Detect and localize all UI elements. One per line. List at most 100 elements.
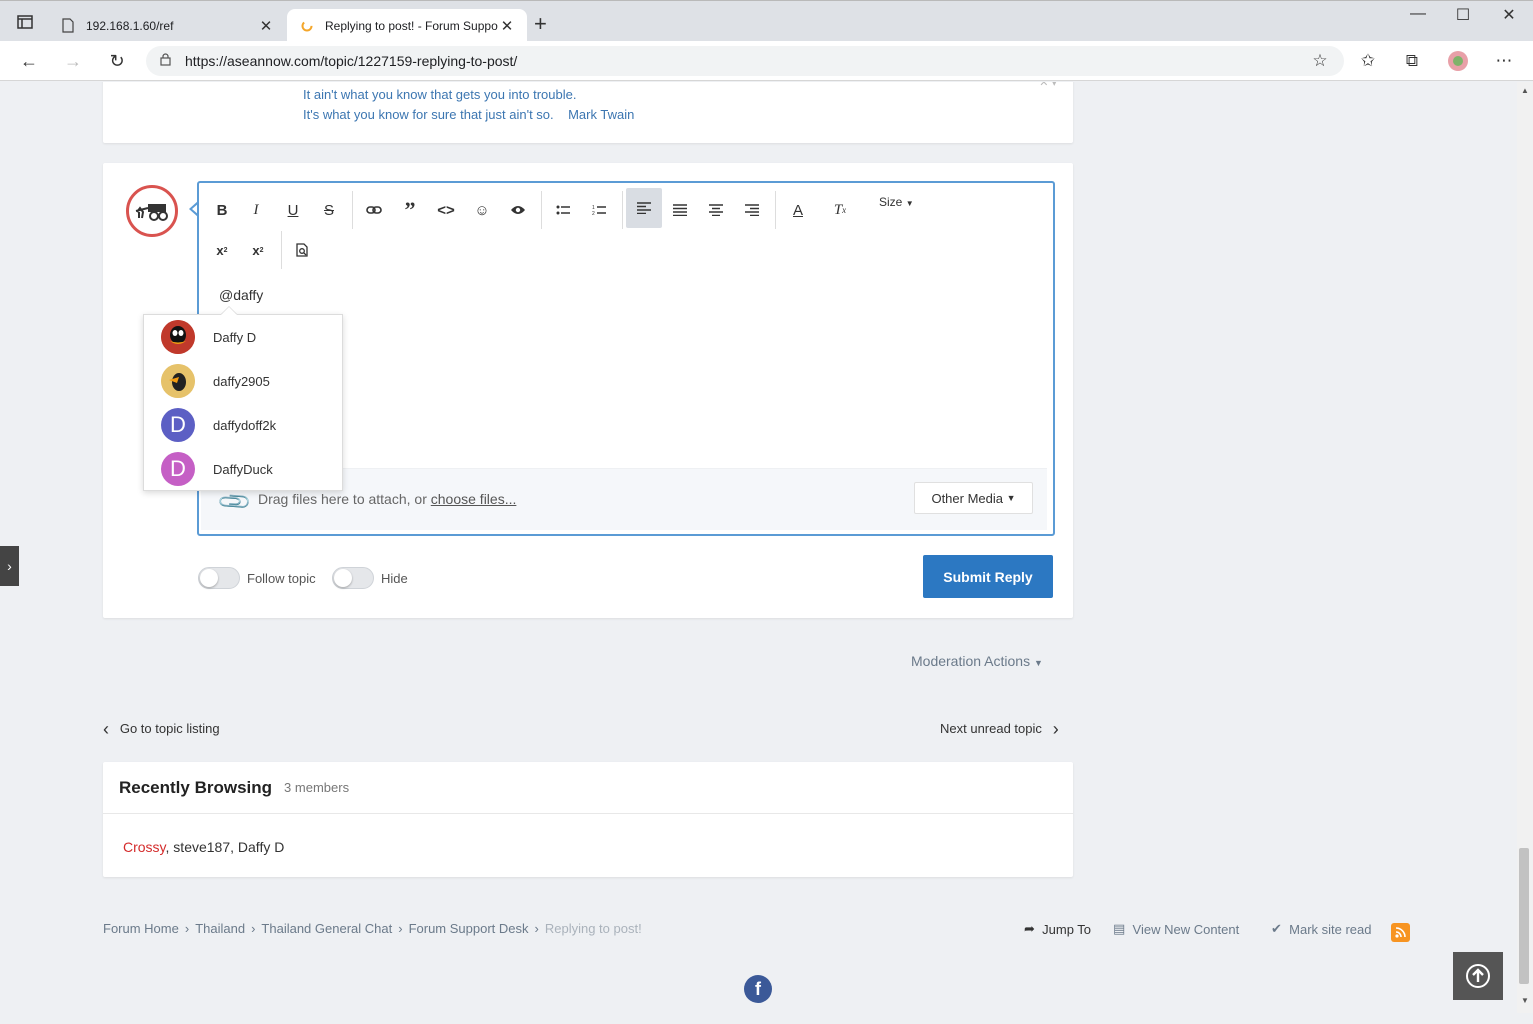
maximize-icon[interactable]: ☐ [1440,5,1486,25]
mention-item[interactable]: D daffydoff2k [144,403,342,447]
mention-item[interactable]: Daffy D [144,315,342,359]
favorites-icon[interactable]: ✩ [1356,50,1380,72]
subscript-icon[interactable]: x2 [207,235,237,265]
sidebar-expand-icon[interactable]: › [0,546,19,586]
page-content: It ain't what you know that gets you int… [0,82,1516,1013]
close-tab-icon[interactable]: ✕ [499,17,515,35]
moderation-actions-dropdown[interactable]: Moderation Actions ▼ [911,653,1043,669]
mention-item[interactable]: daffy2905 [144,359,342,403]
strikethrough-button[interactable]: S [314,195,344,225]
prev-label: Go to topic listing [119,720,220,736]
italic-button[interactable]: I [241,195,271,225]
member-link[interactable]: Crossy [123,839,166,855]
breadcrumb-item[interactable]: Forum Support Desk [409,921,529,936]
align-left-icon[interactable] [626,188,662,228]
jump-to-link[interactable]: ➦ Jump To [1024,921,1091,937]
breadcrumb-item[interactable]: Forum Home [103,921,179,936]
signature-author: Mark Twain [568,107,635,122]
member-list[interactable]: , steve187, Daffy D [166,839,285,855]
avatar[interactable] [126,185,178,237]
tab-active[interactable]: Replying to post! - Forum Suppo ✕ [287,9,527,42]
check-icon: ✔ [1271,921,1282,936]
arrow-up-icon [1466,964,1490,988]
go-to-topic-listing-link[interactable]: ‹ Go to topic listing [103,719,220,740]
add-favorite-icon[interactable]: ☆ [1308,50,1332,72]
hide-toggle[interactable] [332,567,374,589]
scroll-up-icon[interactable]: ▲ [1521,86,1529,95]
next-unread-topic-link[interactable]: Next unread topic › [940,719,1059,740]
rss-icon[interactable] [1391,923,1410,942]
share-arrow-icon: ➦ [1024,921,1035,936]
align-right-icon[interactable] [737,195,767,225]
bullet-list-icon[interactable] [548,195,578,225]
mark-read-label: Mark site read [1289,921,1372,937]
minimize-icon[interactable]: — [1395,5,1441,23]
back-icon[interactable]: ← [17,50,41,72]
breadcrumb-separator: › [184,921,190,936]
view-new-content-link[interactable]: ▤ View New Content [1113,921,1239,937]
page-scrollbar[interactable]: ▲ ▼ [1517,82,1533,1013]
forward-icon[interactable]: → [61,50,85,72]
breadcrumb-current: Replying to post! [544,921,642,936]
bold-button[interactable]: B [207,195,237,225]
font-size-dropdown[interactable]: Size ▼ [879,195,914,209]
submit-reply-button[interactable]: Submit Reply [923,555,1053,598]
attach-text: Drag files here to attach, or [258,491,431,507]
toolbar-divider [775,191,776,229]
toolbar-divider [352,191,353,229]
dismiss-signature-icon[interactable]: ✕ ▾ [1039,82,1057,89]
scroll-down-icon[interactable]: ▼ [1521,996,1529,1005]
close-tab-icon[interactable]: ✕ [258,17,274,35]
attach-instructions: Drag files here to attach, or choose fil… [258,491,516,507]
jump-to-label: Jump To [1042,921,1092,937]
remove-format-icon[interactable]: Tx [825,195,855,225]
align-center-icon[interactable] [701,195,731,225]
mention-name: DaffyDuck [213,461,273,477]
new-tab-button[interactable]: + [534,13,547,35]
underline-button[interactable]: U [278,195,308,225]
collections-icon[interactable]: ⧉ [1400,50,1424,72]
preview-icon[interactable] [287,235,317,265]
back-to-top-button[interactable] [1453,952,1503,1000]
code-icon[interactable]: <> [431,195,461,225]
address-bar: ← → ↻ https://aseannow.com/topic/1227159… [0,41,1533,81]
justify-icon[interactable] [665,195,695,225]
facebook-icon[interactable]: f [744,975,772,1003]
other-media-button[interactable]: Other Media ▼ [914,482,1033,514]
spoiler-eye-icon[interactable] [503,195,533,225]
follow-topic-toggle[interactable] [198,567,240,589]
scrollbar-thumb[interactable] [1519,848,1529,984]
signature-line-2: It's what you know for sure that just ai… [303,107,634,122]
svg-text:2: 2 [592,211,595,216]
editor-content[interactable]: @daffy [219,287,263,303]
reload-icon[interactable]: ↻ [105,50,129,72]
superscript-icon[interactable]: x2 [243,235,273,265]
tab-actions-icon[interactable] [10,11,40,33]
breadcrumb-item[interactable]: Thailand [195,921,245,936]
numbered-list-icon[interactable]: 12 [584,195,614,225]
quote-icon[interactable]: ” [395,195,425,225]
signature-quote: It's what you know for sure that just ai… [303,107,554,122]
url-field[interactable]: https://aseannow.com/topic/1227159-reply… [146,46,1344,76]
text-color-icon[interactable]: A [783,195,813,225]
breadcrumb-item[interactable]: Thailand General Chat [261,921,392,936]
emoji-icon[interactable]: ☺ [467,195,497,225]
mark-site-read-link[interactable]: ✔ Mark site read [1271,921,1372,937]
avatar: D [161,452,195,486]
chevron-right-icon: › [1052,719,1059,739]
close-window-icon[interactable]: ✕ [1486,5,1532,25]
profile-avatar[interactable] [1446,50,1470,72]
next-label: Next unread topic [940,720,1042,736]
tab-inactive[interactable]: 192.168.1.60/ref ✕ [48,9,286,42]
breadcrumb-separator: › [398,921,403,936]
mention-item[interactable]: D DaffyDuck [144,447,342,491]
more-menu-icon[interactable]: ⋯ [1492,50,1516,72]
choose-files-link[interactable]: choose files... [431,491,517,507]
avatar: D [161,408,195,442]
link-icon[interactable] [359,195,389,225]
mention-name: Daffy D [213,329,257,345]
breadcrumb-separator: › [534,921,539,936]
avatar [161,320,195,354]
avatar [161,364,195,398]
other-media-label: Other Media [931,490,1003,506]
